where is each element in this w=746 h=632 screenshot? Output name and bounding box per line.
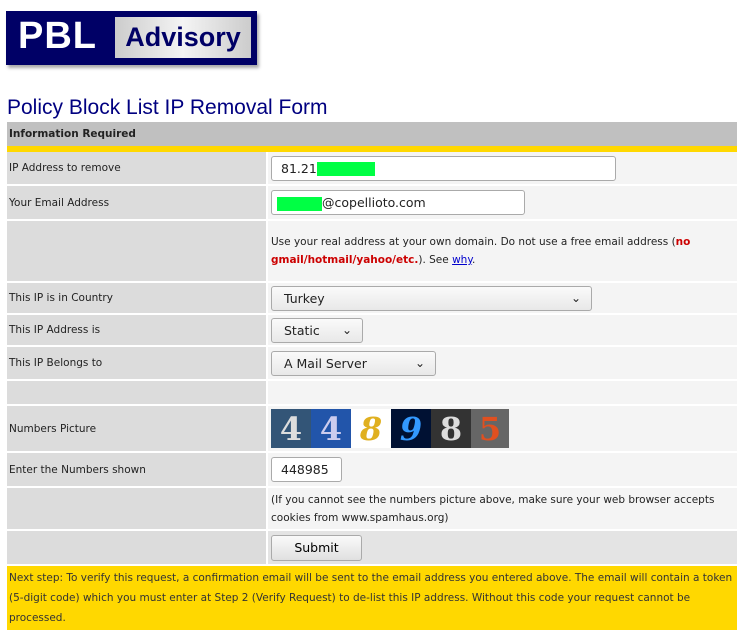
captcha-label: Numbers Picture: [7, 405, 268, 453]
ip-type-select[interactable]: Static ⌄: [271, 317, 363, 343]
country-select[interactable]: Turkey ⌄: [271, 285, 592, 311]
numbers-input[interactable]: 448985: [271, 457, 342, 482]
removal-form: Information Required IP Address to remov…: [7, 122, 737, 632]
ip-type-label: This IP Address is: [7, 314, 268, 347]
why-link[interactable]: why: [452, 254, 472, 266]
redaction: [277, 196, 322, 211]
email-label: Your Email Address: [7, 185, 268, 221]
country-label: This IP is in Country: [7, 282, 268, 315]
logo-pbl: PBL: [18, 15, 97, 57]
belongs-label: This IP Belongs to: [7, 346, 268, 381]
ip-label: IP Address to remove: [7, 149, 268, 186]
cookie-note: (If you cannot see the numbers picture a…: [267, 487, 737, 531]
chevron-down-icon: ⌄: [570, 290, 581, 305]
section-header: Information Required: [7, 122, 737, 152]
pbl-advisory-logo: PBL Advisory: [6, 11, 257, 65]
chevron-down-icon: ⌄: [414, 355, 425, 370]
numbers-label: Enter the Numbers shown: [7, 452, 268, 488]
logo-advisory: Advisory: [115, 17, 251, 58]
email-input[interactable]: @copellioto.com: [271, 190, 525, 215]
ip-input[interactable]: 81.21: [271, 155, 616, 181]
captcha-image: 4 4 8 9 8 5: [271, 409, 735, 448]
redaction: [316, 162, 375, 176]
submit-button[interactable]: Submit: [271, 534, 362, 561]
next-step-notice: Next step: To verify this request, a con…: [7, 565, 737, 632]
email-note: Use your real address at your own domain…: [267, 220, 737, 283]
belongs-select[interactable]: A Mail Server ⌄: [271, 350, 436, 376]
chevron-down-icon: ⌄: [341, 322, 352, 337]
page-title: Policy Block List IP Removal Form: [7, 96, 328, 119]
